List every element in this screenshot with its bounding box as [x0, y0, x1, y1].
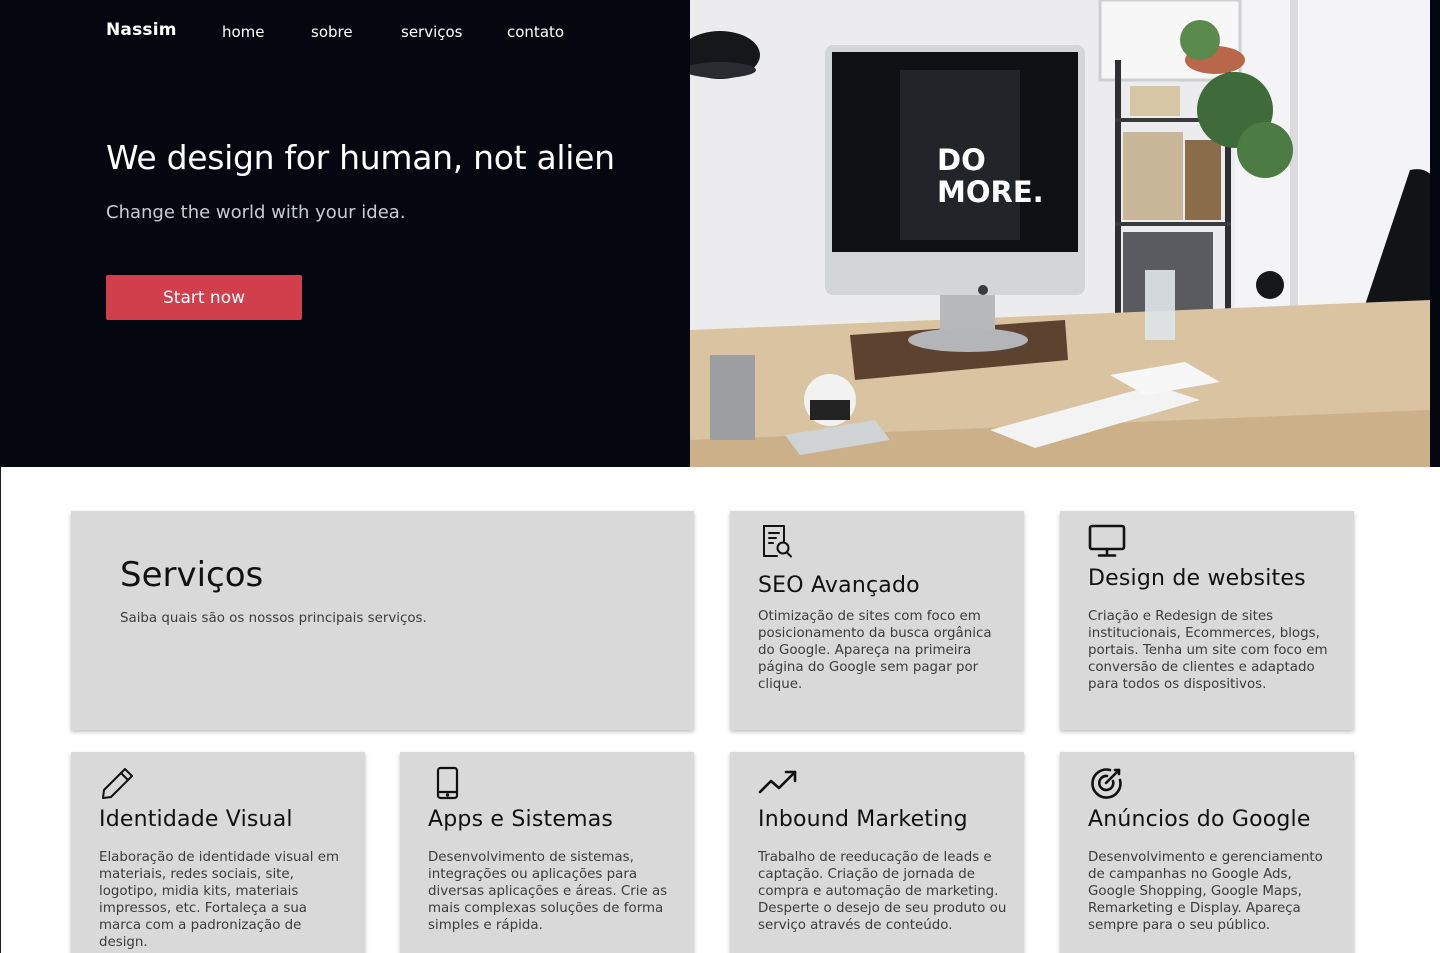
services-intro-card: Serviços Saiba quais são os nossos princ… — [71, 511, 694, 730]
page-left-border — [0, 467, 1, 953]
service-card-websites[interactable]: Design de websites Criação e Redesign de… — [1060, 511, 1354, 730]
hero-image-text-more: MORE. — [937, 175, 1044, 209]
hero-left-panel: Nassim home sobre serviços contato We de… — [0, 0, 690, 467]
seo-document-search-icon — [761, 524, 793, 562]
service-title: Anúncios do Google — [1088, 807, 1311, 832]
services-title: Serviços — [120, 555, 264, 595]
brand-logo[interactable]: Nassim — [106, 20, 177, 40]
hero-workspace-image: DO MORE. — [690, 0, 1430, 467]
hero-title: We design for human, not alien — [106, 138, 615, 177]
hero-section: Nassim home sobre serviços contato We de… — [0, 0, 1440, 467]
service-title: Apps e Sistemas — [428, 807, 614, 832]
service-card-inbound[interactable]: Inbound Marketing Trabalho de reeducação… — [730, 752, 1024, 953]
trending-up-icon — [758, 769, 798, 799]
service-title: Identidade Visual — [99, 807, 293, 832]
smartphone-icon — [436, 766, 460, 804]
service-card-apps[interactable]: Apps e Sistemas Desenvolvimento de siste… — [400, 752, 694, 953]
service-title: Inbound Marketing — [758, 807, 968, 832]
pencil-icon — [101, 766, 135, 804]
service-description: Criação e Redesign de sites instituciona… — [1088, 609, 1328, 692]
target-icon — [1090, 766, 1126, 804]
nav-contato[interactable]: contato — [507, 23, 564, 41]
service-description: Desenvolvimento de sistemas, integrações… — [428, 850, 668, 933]
hero-image-text-do: DO — [937, 143, 986, 177]
service-description: Otimização de sites com foco em posicion… — [758, 609, 992, 692]
service-card-identidade[interactable]: Identidade Visual Elaboração de identida… — [71, 752, 365, 953]
service-description: Desenvolvimento e gerenciamento de campa… — [1088, 850, 1323, 933]
nav-home[interactable]: home — [222, 23, 265, 41]
service-description: Elaboração de identidade visual em mater… — [99, 850, 339, 950]
start-now-button[interactable]: Start now — [106, 275, 302, 320]
nav-servicos[interactable]: serviços — [401, 23, 463, 41]
service-title: SEO Avançado — [758, 573, 920, 598]
services-subtitle: Saiba quais são os nossos principais ser… — [120, 611, 427, 626]
hero-subtitle: Change the world with your idea. — [106, 202, 406, 223]
hero-right-edge — [1430, 0, 1440, 467]
service-description: Trabalho de reeducação de leads e captaç… — [758, 850, 1007, 933]
service-card-google-ads[interactable]: Anúncios do Google Desenvolvimento e ger… — [1060, 752, 1354, 953]
nav-sobre[interactable]: sobre — [311, 23, 353, 41]
service-title: Design de websites — [1088, 566, 1306, 591]
monitor-icon — [1088, 524, 1126, 562]
service-card-seo[interactable]: SEO Avançado Otimização de sites com foc… — [730, 511, 1024, 730]
